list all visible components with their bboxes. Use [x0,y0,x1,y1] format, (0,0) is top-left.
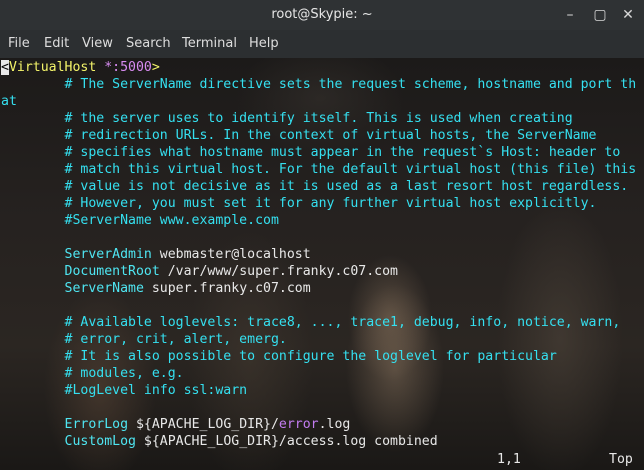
comment-line: at [1,94,17,109]
vh-close: > [151,60,160,75]
maximize-button[interactable]: ▢ [587,0,613,30]
menu-search[interactable]: Search [126,30,171,58]
comment-line: # the server uses to identify itself. Th… [1,111,573,126]
error-word: error [278,417,319,432]
menu-bar: File Edit View Search Terminal Help [0,30,644,58]
comment-line: # modules, e.g. [1,366,184,381]
menu-help[interactable]: Help [249,30,279,58]
directive-error-log: ErrorLog ${APACHE_LOG_DIR}/error.log [1,416,351,433]
directive-value: .log [318,417,351,432]
directive-value: /var/www/super.franky.c07.com [159,264,398,279]
scroll-position: Top [609,452,633,467]
directive-value: ${APACHE_LOG_DIR}/access.log combined [135,434,438,449]
menu-file[interactable]: File [8,30,30,58]
directive-custom-log: CustomLog ${APACHE_LOG_DIR}/access.log c… [1,433,438,450]
menu-terminal[interactable]: Terminal [182,30,237,58]
comment-line: # match this virtual host. For the defau… [1,162,637,177]
cursor-position: 1,1 [497,452,521,467]
vh-tag: VirtualHost [8,60,97,75]
comment-line: #LogLevel info ssl:warn [1,383,248,398]
directive-value: webmaster@localhost [151,247,311,262]
directive-key: ServerName [1,281,144,296]
comment-line: # The ServerName directive sets the requ… [1,77,637,92]
directive-key: CustomLog [1,434,136,449]
comment-line: #ServerName www.example.com [1,213,279,228]
directive-server-name: ServerName super.franky.c07.com [1,280,311,297]
minimize-button[interactable]: – [557,0,583,30]
comment-line: # redirection URLs. In the context of vi… [1,128,597,143]
title-bar: root@Skypie: ~ – ▢ ✕ [0,0,644,30]
directive-server-admin: ServerAdmin webmaster@localhost [1,246,311,263]
directive-value: ${APACHE_LOG_DIR}/ [128,417,279,432]
directive-key: DocumentRoot [1,264,160,279]
comment-line: # However, you must set it for any furth… [1,196,597,211]
text-cursor: < [1,60,9,75]
directive-key: ServerAdmin [1,247,152,262]
comment-line: # It is also possible to configure the l… [1,349,557,364]
directive-document-root: DocumentRoot /var/www/super.franky.c07.c… [1,263,398,280]
virtualhost-line: <VirtualHost *:5000> [1,59,160,76]
close-button[interactable]: ✕ [615,0,641,30]
terminal-area[interactable]: <VirtualHost *:5000> # The ServerName di… [0,58,644,470]
comment-line: # value is not decisive as it is used as… [1,179,629,194]
comment-line: # specifies what hostname must appear in… [1,145,621,160]
vh-port: *:5000 [96,60,152,75]
directive-key: ErrorLog [1,417,129,432]
menu-view[interactable]: View [82,30,113,58]
menu-edit[interactable]: Edit [44,30,69,58]
comment-line: # Available loglevels: trace8, ..., trac… [1,315,621,330]
directive-value: super.franky.c07.com [143,281,311,296]
comment-line: # error, crit, alert, emerg. [1,332,287,347]
window-title: root@Skypie: ~ [271,7,373,22]
